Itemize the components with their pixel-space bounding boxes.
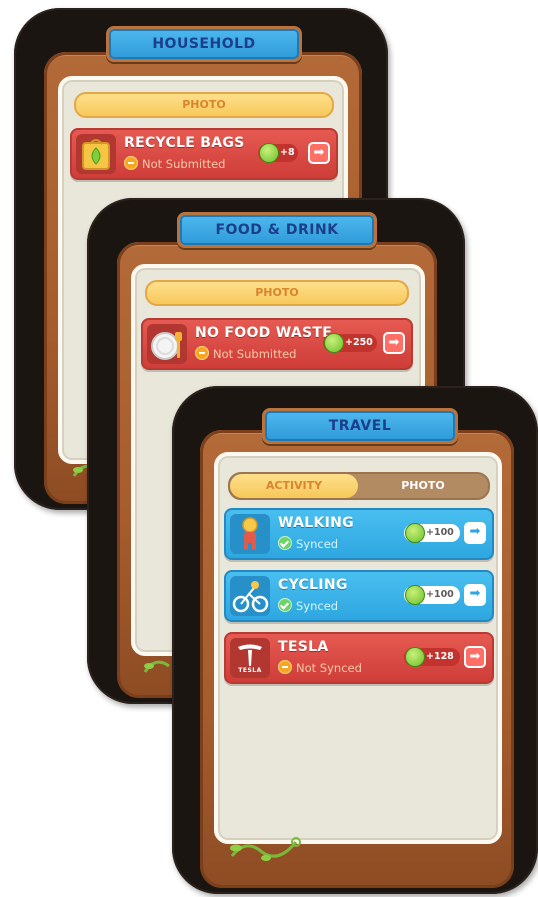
item-title: TESLA — [278, 639, 329, 655]
tab-label: PHOTO — [255, 286, 299, 299]
item-status: Synced — [278, 536, 338, 551]
tab-label: PHOTO — [182, 98, 226, 111]
item-status-text: Synced — [296, 537, 339, 551]
coin-icon — [405, 585, 425, 605]
list-item[interactable]: RECYCLE BAGS Not Submitted +8 — [70, 128, 338, 180]
tab-label: PHOTO — [401, 479, 445, 492]
points-value: +250 — [345, 337, 373, 348]
points-value: +100 — [426, 527, 454, 538]
item-status: Not Submitted — [124, 156, 225, 171]
coin-icon — [259, 143, 279, 163]
arrow-right-icon[interactable] — [308, 142, 330, 164]
tesla-logo-icon: TESLA — [230, 638, 270, 678]
points-value: +128 — [426, 651, 454, 662]
list-item[interactable]: CYCLING Synced +100 — [224, 570, 494, 622]
walking-person-icon — [230, 514, 270, 554]
item-title: NO FOOD WASTE — [195, 325, 333, 341]
arrow-right-icon[interactable] — [464, 584, 486, 606]
points-value: +100 — [426, 589, 454, 600]
item-status: Not Submitted — [195, 346, 296, 361]
travel-card: TRAVEL ACTIVITY PHOTO WALKING Synced +10… — [172, 386, 538, 894]
tab-photo[interactable]: PHOTO — [358, 474, 488, 498]
check-circle-icon — [278, 598, 292, 612]
arrow-right-icon[interactable] — [464, 646, 486, 668]
list-item[interactable]: NO FOOD WASTE Not Submitted +250 — [141, 318, 413, 370]
item-status-text: Not Submitted — [142, 157, 226, 171]
points-badge: +128 — [404, 647, 460, 667]
minus-circle-icon — [278, 660, 292, 674]
tab-activity[interactable]: ACTIVITY — [230, 474, 358, 498]
minus-circle-icon — [195, 346, 209, 360]
category-title: HOUSEHOLD — [152, 36, 256, 52]
check-circle-icon — [278, 536, 292, 550]
points-value: +8 — [280, 147, 295, 158]
minus-circle-icon — [124, 156, 138, 170]
item-title: RECYCLE BAGS — [124, 135, 245, 151]
tab-photo[interactable]: PHOTO — [145, 280, 409, 306]
list-item[interactable]: TESLA TESLA Not Synced +128 — [224, 632, 494, 684]
cyclist-icon — [230, 576, 270, 616]
points-badge: +8 — [258, 143, 298, 163]
item-title: CYCLING — [278, 577, 348, 593]
tab-photo[interactable]: PHOTO — [74, 92, 334, 118]
category-banner: TRAVEL — [262, 408, 458, 444]
points-badge: +100 — [404, 523, 460, 543]
item-status-text: Not Submitted — [213, 347, 297, 361]
category-title: TRAVEL — [328, 418, 392, 434]
vine-decoration — [230, 837, 301, 861]
coin-icon — [324, 333, 344, 353]
category-banner: HOUSEHOLD — [106, 26, 302, 62]
points-badge: +100 — [404, 585, 460, 605]
item-status: Not Synced — [278, 660, 362, 675]
points-badge: +250 — [323, 333, 377, 353]
coin-icon — [405, 523, 425, 543]
recycle-bag-icon — [76, 134, 116, 174]
coin-icon — [405, 647, 425, 667]
item-status-text: Synced — [296, 599, 339, 613]
tab-label: ACTIVITY — [265, 479, 323, 492]
arrow-right-icon[interactable] — [464, 522, 486, 544]
plate-cutlery-icon — [147, 324, 187, 364]
item-status: Synced — [278, 598, 338, 613]
tab-bar: ACTIVITY PHOTO — [228, 472, 490, 500]
tesla-logo-text: TESLA — [238, 667, 262, 674]
arrow-right-icon[interactable] — [383, 332, 405, 354]
item-title: WALKING — [278, 515, 354, 531]
list-item[interactable]: WALKING Synced +100 — [224, 508, 494, 560]
item-status-text: Not Synced — [296, 661, 362, 675]
category-banner: FOOD & DRINK — [177, 212, 377, 248]
category-title: FOOD & DRINK — [215, 222, 339, 238]
